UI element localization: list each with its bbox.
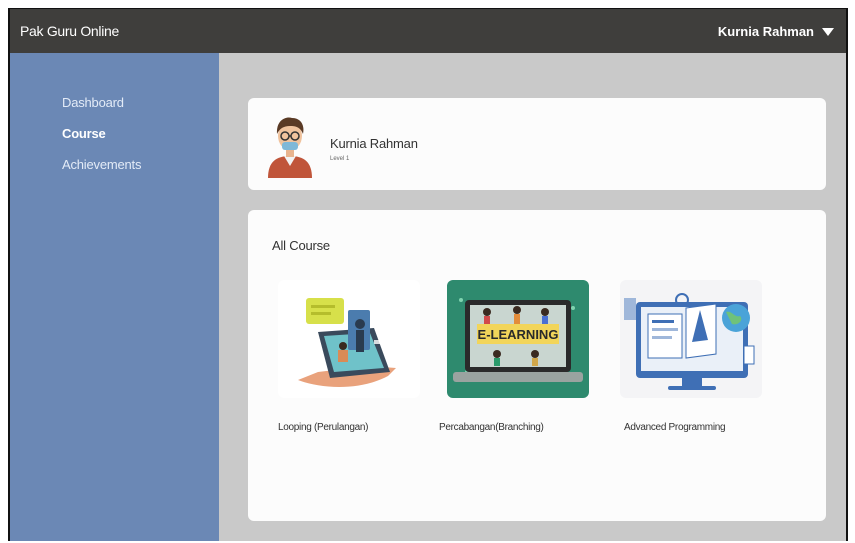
sidebar-item-achievements[interactable]: Achievements bbox=[62, 157, 219, 172]
course-thumbnail[interactable] bbox=[620, 280, 762, 398]
courses-card: All Course Looping (Perulangan) E-LEARNI… bbox=[248, 210, 826, 521]
course-title[interactable]: Looping (Perulangan) bbox=[278, 422, 420, 433]
user-menu[interactable]: Kurnia Rahman bbox=[718, 24, 834, 39]
caret-down-icon bbox=[822, 28, 834, 36]
e-learning-laptop-illustration: E-LEARNING bbox=[447, 280, 589, 398]
course-title[interactable]: Percabangan(Branching) bbox=[439, 422, 589, 433]
user-avatar-icon bbox=[268, 117, 312, 178]
app-window: Pak Guru Online Kurnia Rahman Dashboard … bbox=[8, 8, 848, 541]
course-thumbnail[interactable] bbox=[278, 280, 420, 398]
brand-title[interactable]: Pak Guru Online bbox=[20, 23, 119, 39]
top-bar: Pak Guru Online Kurnia Rahman bbox=[10, 9, 846, 53]
banner-text: E-LEARNING bbox=[478, 327, 559, 342]
course-title[interactable]: Advanced Programming bbox=[624, 422, 762, 433]
sidebar-item-dashboard[interactable]: Dashboard bbox=[62, 95, 219, 110]
profile-name: Kurnia Rahman bbox=[330, 136, 418, 151]
monitor-documents-illustration bbox=[620, 280, 762, 398]
courses-title: All Course bbox=[272, 238, 330, 253]
course-card-branching[interactable]: E-LEARNING Percabangan(Branching) bbox=[439, 280, 589, 433]
course-card-looping[interactable]: Looping (Perulangan) bbox=[278, 280, 420, 433]
profile-level: Level 1 bbox=[330, 156, 350, 162]
course-thumbnail[interactable]: E-LEARNING bbox=[447, 280, 589, 398]
mobile-learning-illustration bbox=[278, 280, 420, 398]
profile-card: Kurnia Rahman Level 1 bbox=[248, 98, 826, 190]
sidebar: Dashboard Course Achievements bbox=[10, 53, 219, 541]
sidebar-item-course[interactable]: Course bbox=[62, 126, 219, 141]
user-menu-name: Kurnia Rahman bbox=[717, 23, 814, 39]
course-card-advanced[interactable]: Advanced Programming bbox=[620, 280, 762, 433]
